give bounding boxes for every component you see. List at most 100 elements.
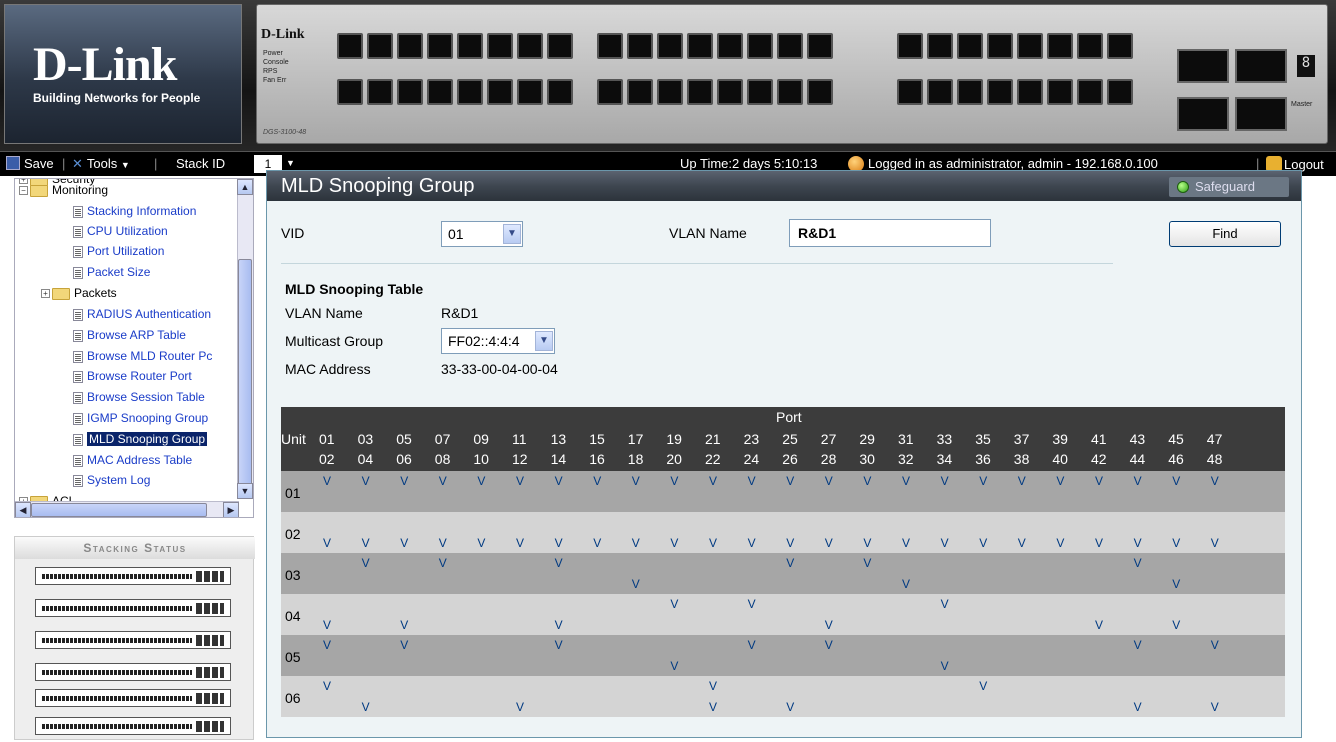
- scroll-down-icon[interactable]: ▼: [237, 483, 253, 499]
- port-number: 02: [319, 451, 335, 467]
- tree-label: System Log: [87, 473, 151, 487]
- unit-header: Unit: [281, 431, 306, 447]
- port-member-marker: V: [516, 700, 525, 714]
- nav-hscroll-thumb[interactable]: [31, 503, 207, 517]
- tree-folder-packets[interactable]: + Packets: [41, 283, 117, 304]
- vlan-name-input[interactable]: [789, 219, 991, 247]
- divider: [281, 263, 1113, 264]
- stack-unit-5[interactable]: [35, 689, 231, 707]
- port-member-marker: V: [709, 474, 718, 488]
- port-member-marker: V: [1017, 536, 1026, 550]
- tree-item-browse-router-port[interactable]: Browse Router Port: [73, 366, 192, 387]
- tree-label: Browse MLD Router Pc: [87, 349, 213, 363]
- scroll-right-icon[interactable]: ▶: [223, 502, 239, 517]
- login-status: Logged in as administrator, admin - 192.…: [868, 156, 1158, 171]
- port-member-marker: V: [554, 638, 563, 652]
- port-number: 21: [705, 431, 721, 447]
- chevron-down-icon[interactable]: ▼: [535, 331, 553, 351]
- expand-icon[interactable]: +: [41, 289, 50, 299]
- port-number: 33: [936, 431, 953, 447]
- multicast-group-select[interactable]: FF02::4:4:4 ▼: [441, 328, 555, 354]
- nav-vertical-scrollbar[interactable]: ▲ ▼: [237, 179, 253, 499]
- tools-label: Tools: [86, 156, 118, 171]
- page-title: MLD Snooping Group: [281, 175, 475, 197]
- tools-icon: ✕: [72, 156, 83, 171]
- port-member-marker: V: [323, 679, 332, 693]
- tree-item-browse-session-table[interactable]: Browse Session Table: [73, 387, 205, 408]
- port-member-marker: V: [1172, 474, 1181, 488]
- port-number: 06: [396, 451, 412, 467]
- stack-unit-4[interactable]: [35, 663, 231, 681]
- collapse-icon[interactable]: −: [19, 186, 28, 196]
- port-member-marker: V: [554, 556, 563, 570]
- stack-unit-3[interactable]: [35, 631, 231, 649]
- chevron-down-icon[interactable]: ▼: [286, 158, 295, 168]
- port-member-marker: V: [670, 597, 679, 611]
- port-member-marker: V: [863, 556, 872, 570]
- tree-label: RADIUS Authentication: [87, 307, 212, 321]
- stack-unit-2[interactable]: [35, 599, 231, 617]
- port-member-marker: V: [1056, 474, 1065, 488]
- stack-unit-6[interactable]: [35, 717, 231, 735]
- port-member-marker: V: [323, 536, 332, 550]
- master-led-label: Master: [1291, 101, 1313, 108]
- stack-unit-1[interactable]: [35, 567, 231, 585]
- port-number: 01: [319, 431, 335, 447]
- port-member-marker: V: [593, 474, 602, 488]
- port-member-marker: V: [747, 597, 756, 611]
- port-member-marker: V: [516, 536, 525, 550]
- led-label: RPS: [263, 68, 278, 75]
- scroll-up-icon[interactable]: ▲: [237, 179, 253, 195]
- find-button[interactable]: Find: [1169, 221, 1281, 247]
- page-icon: [73, 225, 83, 238]
- table-row: 06 V V V V V V V V V: [281, 676, 1285, 717]
- port-member-marker: V: [902, 474, 911, 488]
- scroll-left-icon[interactable]: ◀: [15, 502, 31, 517]
- tree-item-cpu-utilization[interactable]: CPU Utilization: [73, 221, 168, 242]
- port-number: 38: [1013, 451, 1030, 467]
- nav-horizontal-scrollbar[interactable]: ◀ ▶: [15, 501, 239, 517]
- port-member-marker: V: [438, 474, 447, 488]
- port-number: 11: [512, 431, 527, 447]
- table-vlan-name-label: VLAN Name: [285, 305, 363, 321]
- port-member-marker: V: [824, 474, 833, 488]
- tree-item-port-utilization[interactable]: Port Utilization: [73, 241, 164, 262]
- tree-item-mld-snooping-group[interactable]: MLD Snooping Group: [73, 429, 208, 450]
- port-table-header: Port Unit 01 03 05 07 09 11 13 15 17 19 21 23 25 27 29…: [281, 407, 1285, 471]
- port-member-marker: V: [979, 679, 988, 693]
- port-number: 16: [589, 451, 605, 467]
- tree-item-radius-authentication[interactable]: RADIUS Authentication: [73, 304, 211, 325]
- port-number: 05: [396, 431, 412, 447]
- port-number: 10: [473, 451, 489, 467]
- stacking-status-panel: Stacking Status: [14, 536, 255, 740]
- port-member-marker: V: [323, 618, 332, 632]
- tree-folder-monitoring[interactable]: − Monitoring: [19, 180, 108, 201]
- combo-port: [1177, 49, 1229, 83]
- port-number: 37: [1013, 431, 1030, 447]
- tree-item-mac-address-table[interactable]: MAC Address Table: [73, 450, 192, 471]
- tree-item-packet-size[interactable]: Packet Size: [73, 262, 150, 283]
- port-number: 08: [434, 451, 451, 467]
- chevron-down-icon[interactable]: ▼: [503, 224, 521, 244]
- tree-item-browse-mld-router-port[interactable]: Browse MLD Router Pc: [73, 346, 212, 367]
- port-number: 35: [975, 431, 991, 447]
- tools-menu[interactable]: ✕ Tools ▼: [72, 156, 130, 172]
- port-number: 25: [782, 431, 798, 447]
- tree-item-browse-arp-table[interactable]: Browse ARP Table: [73, 325, 186, 346]
- table-row: 02 V V V V V V V V V V V V V V V V V V V V V V V V: [281, 512, 1285, 553]
- tree-item-system-log[interactable]: System Log: [73, 470, 150, 491]
- tree-label: Browse ARP Table: [87, 328, 186, 342]
- vid-select[interactable]: 01 ▼: [441, 221, 523, 247]
- page-icon: [73, 266, 83, 279]
- tree-item-igmp-snooping-group[interactable]: IGMP Snooping Group: [73, 408, 208, 429]
- nav-scroll-thumb[interactable]: [238, 259, 252, 489]
- port-member-marker: V: [940, 597, 949, 611]
- save-menu[interactable]: Save: [6, 156, 54, 171]
- port-member-marker: V: [400, 618, 409, 632]
- device-banner: D-Link Building Networks for People D-Li…: [0, 0, 1336, 152]
- port-member-marker: V: [786, 474, 795, 488]
- tree-item-stacking-information[interactable]: Stacking Information: [73, 201, 196, 222]
- port-number: 46: [1168, 451, 1184, 467]
- port-number: 48: [1206, 451, 1223, 467]
- port-member-marker: V: [670, 659, 679, 673]
